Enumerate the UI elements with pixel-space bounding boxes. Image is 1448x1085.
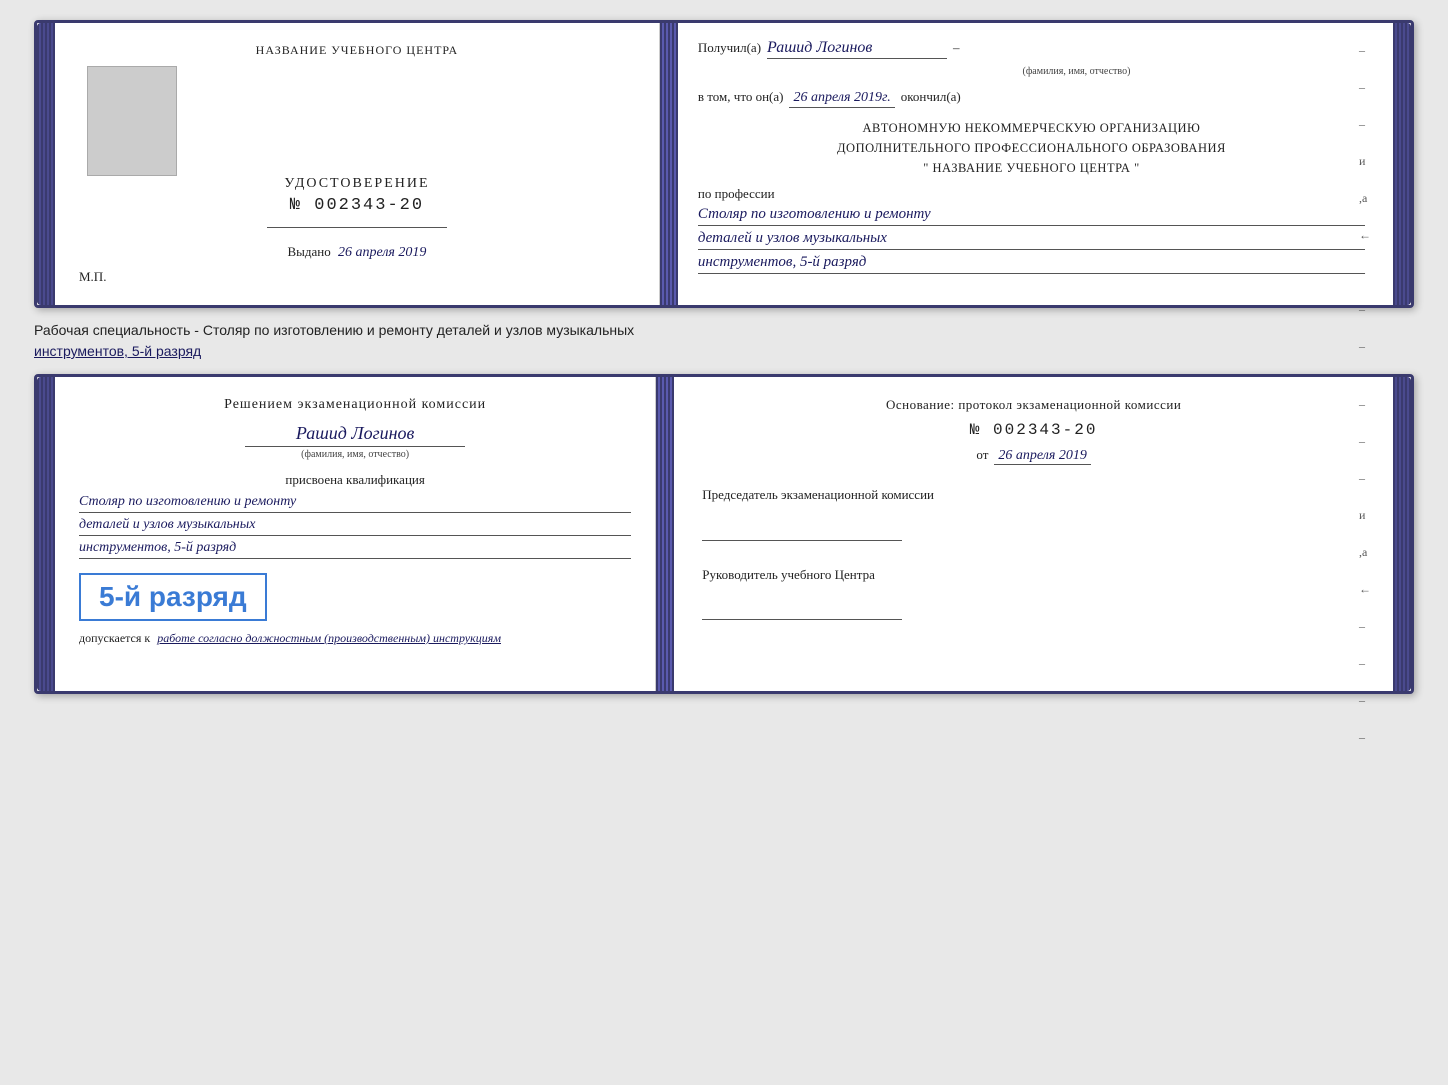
- bottom-left-page: Решением экзаменационной комиссии Рашид …: [55, 377, 656, 691]
- vydano-date: 26 апреля 2019: [338, 245, 426, 260]
- top-document: НАЗВАНИЕ УЧЕБНОГО ЦЕНТРА УДОСТОВЕРЕНИЕ №…: [34, 20, 1414, 308]
- prisvoyena-label: присвоена квалификация: [79, 472, 631, 488]
- cert-label: УДОСТОВЕРЕНИЕ: [284, 176, 429, 192]
- bottom-document: Решением экзаменационной комиссии Рашид …: [34, 374, 1414, 694]
- org-line1: АВТОНОМНУЮ НЕКОММЕРЧЕСКУЮ ОРГАНИЗАЦИЮ: [698, 118, 1365, 138]
- recipient-line: Получил(а) Рашид Логинов –: [698, 39, 1365, 59]
- dopuskaetsya-label: допускается к: [79, 631, 150, 645]
- top-right-page: Получил(а) Рашид Логинов – (фамилия, имя…: [678, 23, 1393, 305]
- bottom-right-dashes: –––и,а←––––: [1359, 397, 1371, 745]
- caption-text: Рабочая специальность - Столяр по изгото…: [34, 320, 1414, 362]
- rukovoditel-label: Руководитель учебного Центра: [702, 565, 1365, 585]
- okonchil-label: окончил(а): [901, 89, 961, 105]
- rukovoditel-signature-line: [702, 600, 902, 620]
- profession-line3: инструментов, 5-й разряд: [698, 254, 1365, 274]
- caption-main: Рабочая специальность - Столяр по изгото…: [34, 322, 634, 338]
- caption-block: Рабочая специальность - Столяр по изгото…: [34, 320, 1414, 362]
- bottom-fio-label: (фамилия, имя, отчество): [79, 449, 631, 460]
- recipient-name: Рашид Логинов: [767, 39, 947, 59]
- highlighted-rank-box: 5-й разряд: [79, 573, 267, 621]
- fio-text-top: (фамилия, имя, отчество): [1023, 66, 1131, 77]
- poluchil-label: Получил(а): [698, 40, 761, 56]
- org-line2: ДОПОЛНИТЕЛЬНОГО ПРОФЕССИОНАЛЬНОГО ОБРАЗО…: [698, 138, 1365, 158]
- predsedatel-label: Председатель экзаменационной комиссии: [702, 485, 1365, 505]
- org-block: АВТОНОМНУЮ НЕКОММЕРЧЕСКУЮ ОРГАНИЗАЦИЮ ДО…: [698, 118, 1365, 178]
- bottom-right-page: Основание: протокол экзаменационной коми…: [674, 377, 1393, 691]
- qual-block: Столяр по изготовлению и ремонту деталей…: [79, 494, 631, 559]
- right-dashes: –––и,а←––––: [1359, 43, 1371, 391]
- dopuskaetsya-val: работе согласно должностным (производств…: [157, 631, 501, 645]
- cert-block: УДОСТОВЕРЕНИЕ № 002343-20: [284, 176, 429, 215]
- v-tom-date: 26 апреля 2019г.: [789, 90, 894, 108]
- v-tom-line: в том, что он(а) 26 апреля 2019г. окончи…: [698, 89, 1365, 108]
- top-left-title: НАЗВАНИЕ УЧЕБНОГО ЦЕНТРА: [256, 43, 459, 58]
- profession-line1: Столяр по изготовлению и ремонту: [698, 206, 1365, 226]
- mp-label: М.П.: [79, 269, 106, 285]
- predsedatel-block: Председатель экзаменационной комиссии: [702, 485, 1365, 541]
- photo-placeholder: [87, 66, 177, 176]
- qual-line3: инструментов, 5-й разряд: [79, 540, 631, 559]
- caption-underlined: инструментов, 5-й разряд: [34, 343, 201, 359]
- vydano-block: Выдано 26 апреля 2019: [287, 244, 426, 261]
- ot-date: 26 апреля 2019: [994, 448, 1090, 465]
- v-tom-label: в том, что он(а): [698, 89, 784, 105]
- highlighted-rank: 5-й разряд: [99, 581, 247, 612]
- fio-label-top: (фамилия, имя, отчество): [788, 61, 1365, 79]
- rukovoditel-block: Руководитель учебного Центра: [702, 565, 1365, 621]
- qual-line1: Столяр по изготовлению и ремонту: [79, 494, 631, 513]
- resheniem-label: Решением экзаменационной комиссии: [79, 397, 631, 413]
- po-professii-label: по профессии: [698, 186, 1365, 202]
- predsedatel-signature-line: [702, 521, 902, 541]
- ot-label: от: [976, 447, 988, 463]
- cert-number: № 002343-20: [284, 196, 429, 215]
- protocol-number: № 002343-20: [702, 421, 1365, 439]
- ot-date-line: от 26 апреля 2019: [702, 447, 1365, 465]
- top-left-page: НАЗВАНИЕ УЧЕБНОГО ЦЕНТРА УДОСТОВЕРЕНИЕ №…: [55, 23, 660, 305]
- profession-block: Столяр по изготовлению и ремонту деталей…: [698, 206, 1365, 274]
- bottom-name-block: Рашид Логинов (фамилия, имя, отчество): [79, 423, 631, 460]
- vydano-label: Выдано: [287, 244, 330, 259]
- dopuskaetsya-line: допускается к работе согласно должностны…: [79, 631, 631, 646]
- profession-line2: деталей и узлов музыкальных: [698, 230, 1365, 250]
- osnovanie-label: Основание: протокол экзаменационной коми…: [702, 397, 1365, 413]
- org-line3: " НАЗВАНИЕ УЧЕБНОГО ЦЕНТРА ": [698, 158, 1365, 178]
- qual-line2: деталей и узлов музыкальных: [79, 517, 631, 536]
- bottom-name: Рашид Логинов: [245, 423, 465, 447]
- separator-line: [267, 227, 447, 228]
